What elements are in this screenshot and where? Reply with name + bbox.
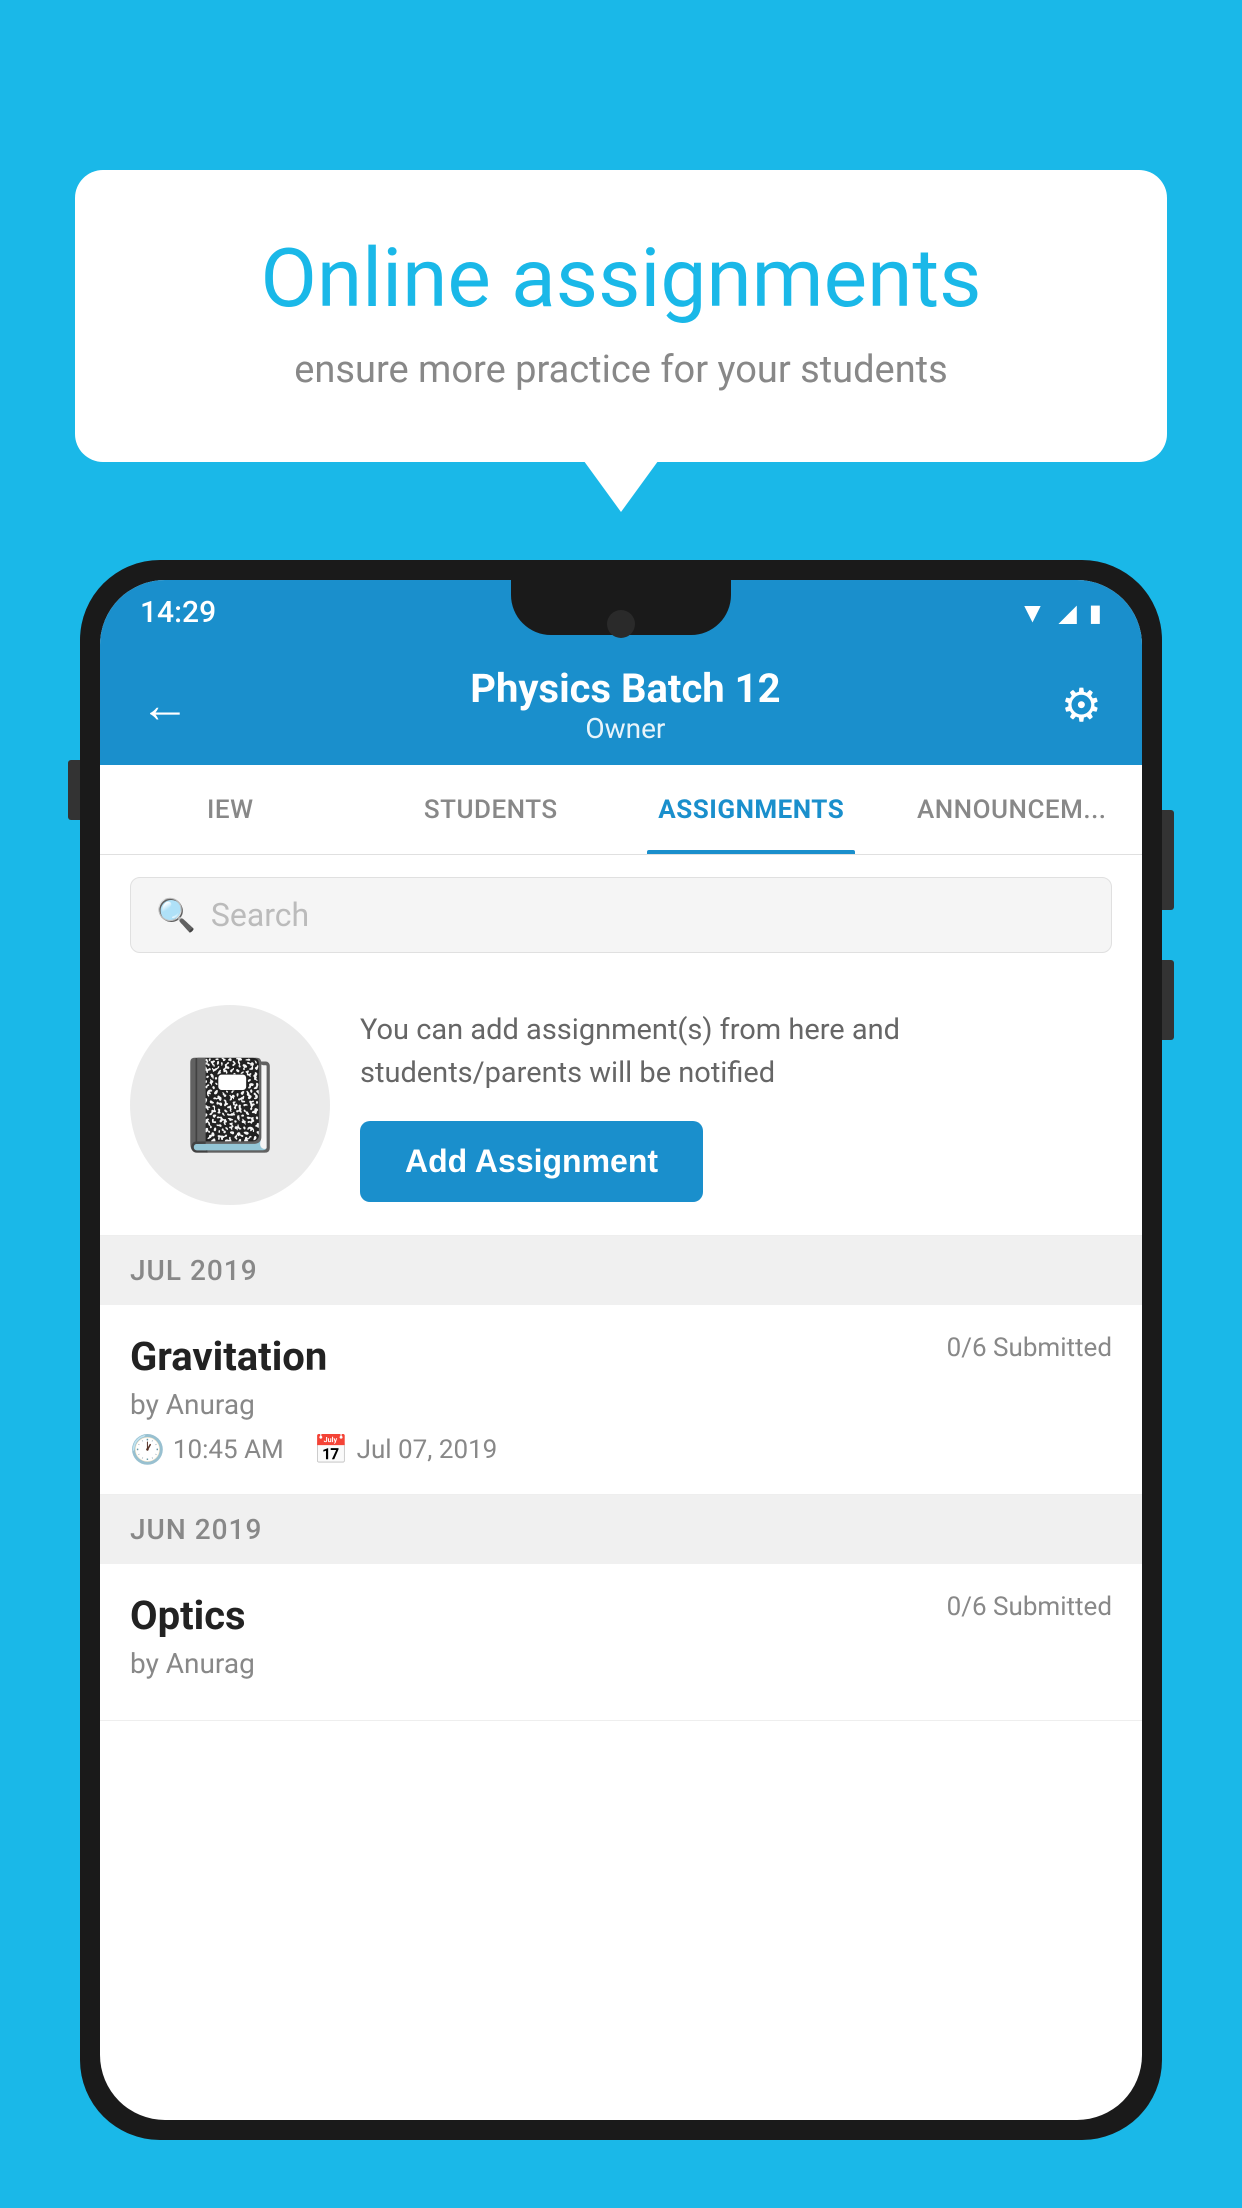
section-header-jul: JUL 2019 (100, 1236, 1142, 1305)
search-box[interactable]: 🔍 Search (130, 877, 1112, 953)
wifi-icon: ▼ (1019, 596, 1047, 629)
phone-screen: 14:29 ▼ ◢ ▮ ← Physics Batch 12 Owner ⚙ (100, 580, 1142, 2120)
assignment-icon-circle: 📓 (130, 1005, 330, 1205)
speech-bubble: Online assignments ensure more practice … (75, 170, 1167, 462)
tab-announcements[interactable]: ANNOUNCEM... (882, 765, 1143, 854)
tab-iew[interactable]: IEW (100, 765, 361, 854)
add-assignment-button[interactable]: Add Assignment (360, 1121, 703, 1202)
assignment-time-value: 10:45 AM (173, 1435, 284, 1465)
phone-power-button (1162, 810, 1174, 910)
calendar-icon: 📅 (314, 1433, 349, 1466)
assignment-time: 🕐 10:45 AM (130, 1433, 284, 1466)
phone-volume-button (68, 760, 80, 820)
status-time: 14:29 (140, 595, 216, 630)
header-subtitle: Owner (470, 712, 780, 745)
search-container: 🔍 Search (100, 855, 1142, 975)
assignment-author: by Anurag (130, 1388, 1112, 1421)
assignment-optics-top-row: Optics 0/6 Submitted (130, 1592, 1112, 1639)
app-header: ← Physics Batch 12 Owner ⚙ (100, 645, 1142, 765)
assignment-top-row: Gravitation 0/6 Submitted (130, 1333, 1112, 1380)
promo-description: You can add assignment(s) from here and … (360, 1009, 1112, 1096)
battery-icon: ▮ (1089, 599, 1102, 627)
back-button[interactable]: ← (140, 676, 190, 735)
assignment-meta: 🕐 10:45 AM 📅 Jul 07, 2019 (130, 1433, 1112, 1466)
phone-notch (511, 580, 731, 635)
assignment-optics-author: by Anurag (130, 1647, 1112, 1680)
promo-right: You can add assignment(s) from here and … (360, 1009, 1112, 1202)
assignment-submitted: 0/6 Submitted (947, 1333, 1112, 1363)
speech-bubble-container: Online assignments ensure more practice … (75, 170, 1167, 462)
notebook-icon: 📓 (174, 1053, 286, 1158)
assignment-item-optics[interactable]: Optics 0/6 Submitted by Anurag (100, 1564, 1142, 1721)
assignment-optics-name: Optics (130, 1592, 246, 1639)
phone-outer: 14:29 ▼ ◢ ▮ ← Physics Batch 12 Owner ⚙ (80, 560, 1162, 2140)
section-header-jun: JUN 2019 (100, 1495, 1142, 1564)
tab-assignments[interactable]: ASSIGNMENTS (621, 765, 882, 854)
phone-camera (607, 610, 635, 638)
assignment-date-value: Jul 07, 2019 (357, 1435, 498, 1465)
header-title-group: Physics Batch 12 Owner (470, 665, 780, 745)
search-placeholder: Search (211, 896, 309, 934)
tabs-bar: IEW STUDENTS ASSIGNMENTS ANNOUNCEM... (100, 765, 1142, 855)
assignment-item-gravitation[interactable]: Gravitation 0/6 Submitted by Anurag 🕐 10… (100, 1305, 1142, 1495)
speech-bubble-subtitle: ensure more practice for your students (155, 348, 1087, 392)
search-icon: 🔍 (156, 896, 196, 934)
header-title: Physics Batch 12 (470, 665, 780, 712)
clock-icon: 🕐 (130, 1433, 165, 1466)
add-assignment-promo: 📓 You can add assignment(s) from here an… (100, 975, 1142, 1236)
assignment-optics-submitted: 0/6 Submitted (947, 1592, 1112, 1622)
phone-volume-down-button (1162, 960, 1174, 1040)
phone-wrapper: 14:29 ▼ ◢ ▮ ← Physics Batch 12 Owner ⚙ (80, 560, 1162, 2208)
speech-bubble-title: Online assignments (155, 230, 1087, 328)
settings-icon[interactable]: ⚙ (1061, 678, 1102, 733)
assignment-name: Gravitation (130, 1333, 327, 1380)
status-icons: ▼ ◢ ▮ (1019, 596, 1102, 629)
assignment-date: 📅 Jul 07, 2019 (314, 1433, 498, 1466)
tab-students[interactable]: STUDENTS (361, 765, 622, 854)
signal-icon: ◢ (1058, 599, 1076, 627)
